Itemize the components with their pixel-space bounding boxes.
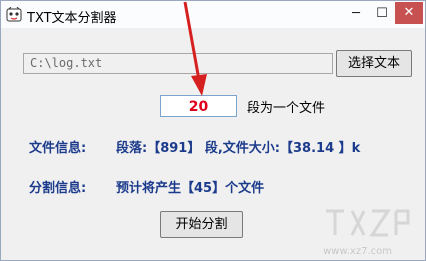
minimize-icon: ─ (352, 6, 360, 21)
segment-count-label: 段为一个文件 (247, 101, 326, 116)
file-info-label: 文件信息: (29, 141, 87, 156)
minimize-button[interactable]: ─ (343, 4, 369, 24)
file-info-value: 段落:【891】 段,文件大小:【38.14 】k (116, 141, 361, 156)
app-icon (6, 7, 22, 22)
maximize-button[interactable]: ☐ (369, 4, 395, 24)
window-title: TXT文本分割器 (27, 11, 117, 26)
split-info-value: 预计将产生【45】个文件 (116, 181, 265, 196)
close-button[interactable]: ✕ (395, 2, 423, 24)
start-split-button[interactable]: 开始分割 (160, 211, 243, 238)
split-info-label: 分割信息: (29, 181, 87, 196)
select-text-button[interactable]: 选择文本 (336, 50, 412, 77)
annotation-arrow-icon (183, 1, 207, 96)
watermark-logo-icon (326, 209, 410, 237)
maximize-icon: ☐ (376, 6, 388, 21)
watermark-text: www.xz7.com (323, 246, 392, 257)
close-icon: ✕ (403, 5, 415, 20)
